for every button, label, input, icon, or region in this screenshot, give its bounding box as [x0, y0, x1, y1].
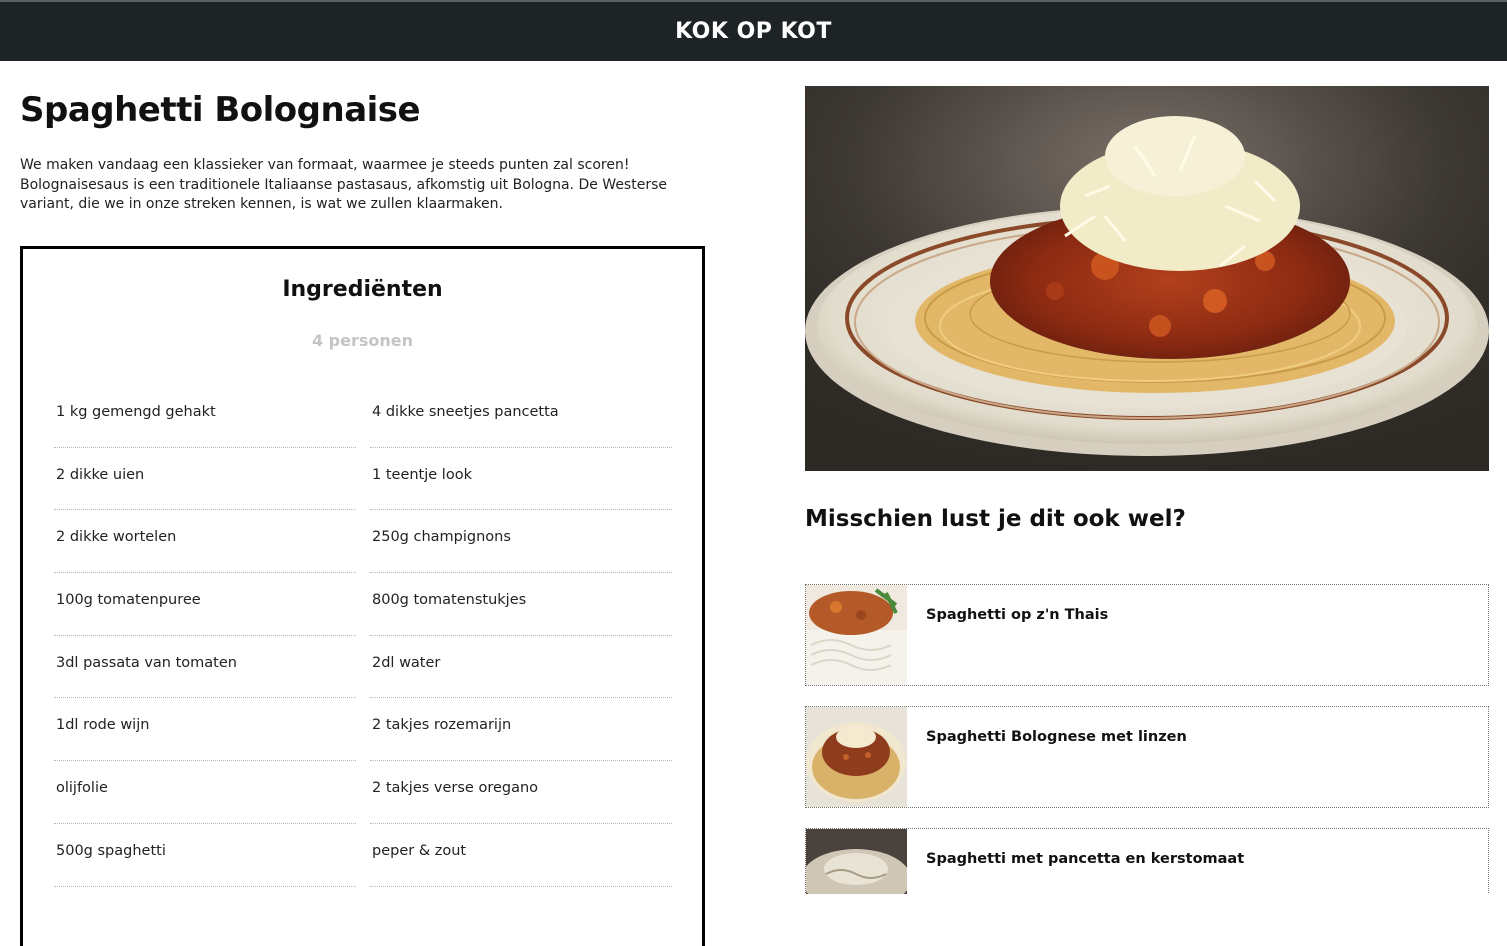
ingredient-item: 2 dikke wortelen — [54, 510, 356, 574]
recipe-intro: We maken vandaag een klassieker van form… — [20, 157, 667, 212]
suggestion-card[interactable]: Spaghetti met pancetta en kerstomaat — [805, 828, 1489, 894]
suggestion-card[interactable]: Spaghetti Bolognese met linzen — [805, 706, 1489, 808]
suggestion-title[interactable]: Spaghetti op z'n Thais — [926, 607, 1108, 623]
suggestion-thumbnail[interactable] — [806, 707, 907, 807]
recipe-main: Spaghetti Bolognaise We maken vandaag ee… — [20, 61, 710, 946]
ingredient-item: 800g tomatenstukjes — [370, 573, 672, 636]
ingredient-item: 1 teentje look — [370, 448, 672, 511]
servings-label: 4 personen — [311, 331, 414, 350]
ingredients-heading: Ingrediënten — [282, 277, 443, 302]
ingredient-item: 2 takjes verse oregano — [370, 761, 672, 824]
ingredients-list: 1 kg gemengd gehakt 4 dikke sneetjes pan… — [54, 385, 674, 887]
site-header: KOK OP KOT — [0, 0, 1507, 61]
ingredient-item: 2dl water — [370, 636, 672, 699]
suggestions-heading: Misschien lust je dit ook wel? — [805, 506, 1186, 532]
ingredient-item: 500g spaghetti — [54, 824, 356, 887]
ingredient-item: olijfolie — [54, 761, 356, 824]
ingredient-item: 2 dikke uien — [54, 448, 356, 511]
suggestion-title[interactable]: Spaghetti Bolognese met linzen — [926, 729, 1187, 745]
ingredient-item: 4 dikke sneetjes pancetta — [370, 385, 672, 448]
suggestion-title[interactable]: Spaghetti met pancetta en kerstomaat — [926, 851, 1244, 867]
ingredient-item: 1 kg gemengd gehakt — [54, 385, 356, 448]
site-logo-text[interactable]: KOK OP KOT — [675, 19, 832, 44]
ingredient-item: 3dl passata van tomaten — [54, 636, 356, 699]
ingredient-item: 100g tomatenpuree — [54, 573, 356, 636]
suggestion-thumbnail[interactable] — [806, 829, 907, 894]
recipe-aside: Misschien lust je dit ook wel? — [805, 86, 1489, 532]
recipe-title: Spaghetti Bolognaise — [20, 90, 421, 130]
suggestion-thumbnail[interactable] — [806, 585, 907, 685]
ingredient-item: peper & zout — [370, 824, 672, 887]
suggestion-card[interactable]: Spaghetti op z'n Thais — [805, 584, 1489, 686]
ingredient-item: 1dl rode wijn — [54, 698, 356, 762]
spaghetti-plate-illustration — [805, 86, 1489, 471]
ingredient-item: 250g champignons — [370, 510, 672, 574]
ingredients-panel: Ingrediënten 4 personen 1 kg gemengd geh… — [20, 246, 705, 946]
ingredient-item: 2 takjes rozemarijn — [370, 698, 672, 762]
recipe-photo — [805, 86, 1489, 471]
